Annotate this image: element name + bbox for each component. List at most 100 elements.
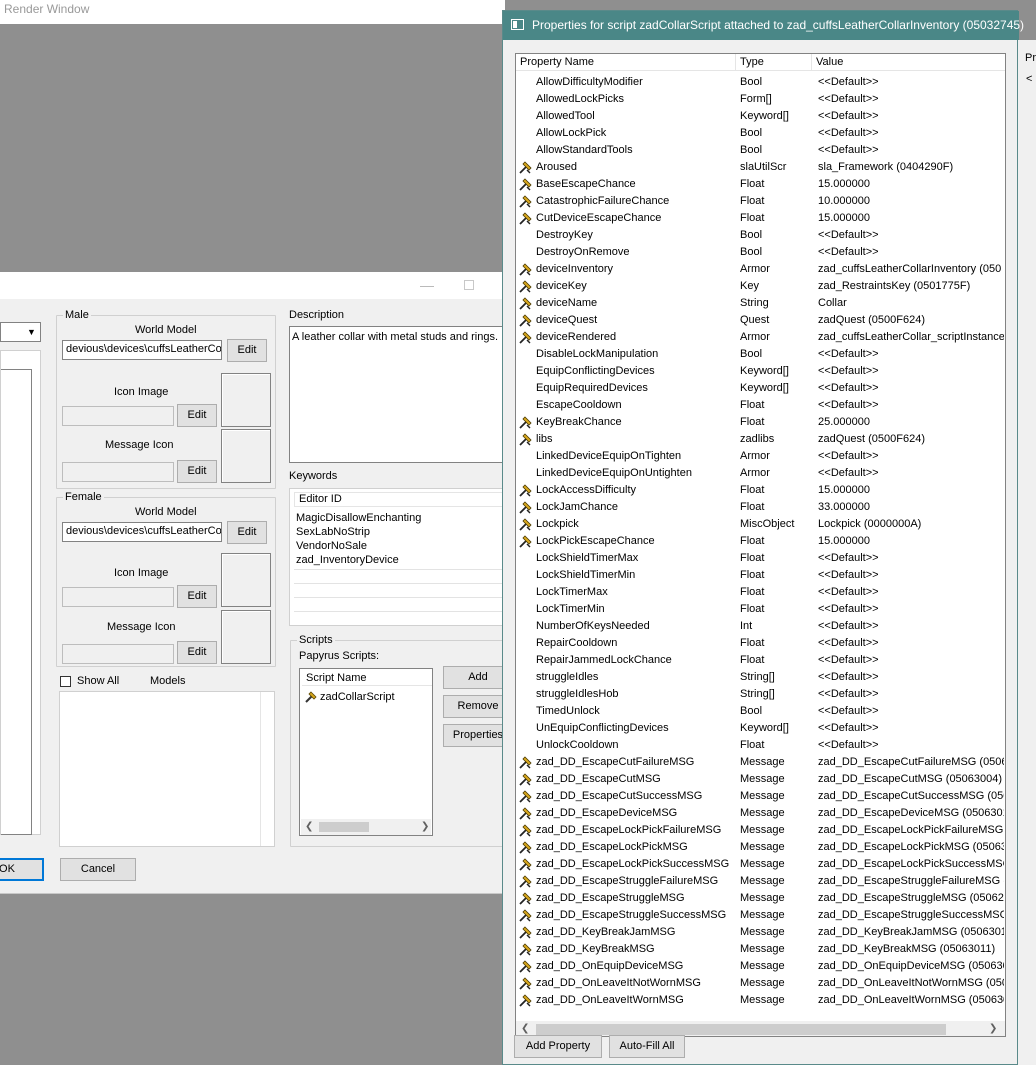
property-row[interactable]: zad_DD_KeyBreakJamMSG Message zad_DD_KeyBr…: [516, 924, 1005, 941]
chevron-right-icon[interactable]: ❯: [989, 1023, 997, 1034]
add-property-button[interactable]: Add Property: [514, 1035, 602, 1058]
property-row[interactable]: deviceQuest Quest zadQuest (0500F624): [516, 312, 1005, 329]
column-value[interactable]: Value: [812, 54, 1005, 71]
property-row[interactable]: DestroyOnRemove Bool <<Default>>: [516, 244, 1005, 261]
property-row[interactable]: deviceInventory Armor zad_cuffsLeatherColl…: [516, 261, 1005, 278]
property-row[interactable]: deviceRendered Armor zad_cuffsLeatherColla…: [516, 329, 1005, 346]
property-row[interactable]: libs zadlibs zadQuest (0500F624): [516, 431, 1005, 448]
property-row[interactable]: zad_DD_OnLeaveItWornMSG Message zad_DD_OnL…: [516, 992, 1005, 1009]
keywords-list[interactable]: Editor ID MagicDisallowEnchanting SexLab…: [289, 488, 505, 626]
property-row[interactable]: zad_DD_OnEquipDeviceMSG Message zad_DD_OnE…: [516, 958, 1005, 975]
property-row[interactable]: zad_DD_EscapeCutMSG Message zad_DD_EscapeC…: [516, 771, 1005, 788]
chevron-left-icon[interactable]: ❮: [521, 1023, 529, 1034]
chevron-left-icon[interactable]: ❮: [305, 821, 313, 832]
female-message-icon-edit-button[interactable]: Edit: [177, 641, 217, 664]
property-row[interactable]: LockShieldTimerMax Float <<Default>>: [516, 550, 1005, 567]
property-row[interactable]: CatastrophicFailureChance Float 10.000000: [516, 193, 1005, 210]
property-row[interactable]: LinkedDeviceEquipOnUntighten Armor <<Defau…: [516, 465, 1005, 482]
property-row[interactable]: LockPickEscapeChance Float 15.000000: [516, 533, 1005, 550]
property-row[interactable]: zad_DD_EscapeStruggleFailureMSG Message za…: [516, 873, 1005, 890]
property-list[interactable]: Property Name Type Value AllowDifficulty…: [515, 53, 1006, 1037]
property-row[interactable]: zad_DD_KeyBreakMSG Message zad_DD_KeyBreak…: [516, 941, 1005, 958]
property-row[interactable]: AllowDifficultyModifier Bool <<Default>>: [516, 74, 1005, 91]
property-row[interactable]: LockTimerMin Float <<Default>>: [516, 601, 1005, 618]
male-icon-image-edit-button[interactable]: Edit: [177, 404, 217, 427]
maximize-icon[interactable]: [464, 280, 474, 290]
property-row[interactable]: EquipConflictingDevices Keyword[] <<Defaul…: [516, 363, 1005, 380]
auto-fill-all-button[interactable]: Auto-Fill All: [609, 1035, 685, 1058]
property-row[interactable]: AllowedTool Keyword[] <<Default>>: [516, 108, 1005, 125]
keyword-item[interactable]: MagicDisallowEnchanting: [296, 511, 421, 525]
cancel-button[interactable]: Cancel: [60, 858, 136, 881]
property-row[interactable]: zad_DD_EscapeStruggleSuccessMSG Message za…: [516, 907, 1005, 924]
show-all-checkbox[interactable]: [60, 676, 71, 687]
property-row[interactable]: zad_DD_EscapeDeviceMSG Message zad_DD_Esca…: [516, 805, 1005, 822]
keyword-item[interactable]: zad_InventoryDevice: [296, 553, 399, 567]
male-world-model-field[interactable]: devious\devices\cuffsLeatherCo: [62, 340, 222, 360]
property-row[interactable]: DestroyKey Bool <<Default>>: [516, 227, 1005, 244]
property-row[interactable]: UnlockCooldown Float <<Default>>: [516, 737, 1005, 754]
property-row[interactable]: LockJamChance Float 33.000000: [516, 499, 1005, 516]
left-list[interactable]: [1, 369, 32, 835]
property-row[interactable]: struggleIdles String[] <<Default>>: [516, 669, 1005, 686]
models-label: Models: [150, 675, 186, 687]
script-name-column-header[interactable]: Script Name: [302, 670, 432, 686]
property-row[interactable]: zad_DD_EscapeCutFailureMSG Message zad_DD_…: [516, 754, 1005, 771]
female-icon-image-field: [62, 587, 174, 607]
female-icon-image-edit-button[interactable]: Edit: [177, 585, 217, 608]
script-item[interactable]: zadCollarScript: [320, 690, 395, 704]
property-row[interactable]: TimedUnlock Bool <<Default>>: [516, 703, 1005, 720]
female-world-model-field[interactable]: devious\devices\cuffsLeatherCo: [62, 522, 222, 542]
property-row[interactable]: struggleIdlesHob String[] <<Default>>: [516, 686, 1005, 703]
column-type[interactable]: Type: [736, 54, 812, 71]
ok-button[interactable]: OK: [0, 858, 44, 881]
property-type: Message: [740, 892, 785, 904]
property-row[interactable]: zad_DD_EscapeLockPickFailureMSG Message za…: [516, 822, 1005, 839]
column-property-name[interactable]: Property Name: [516, 54, 736, 71]
property-row[interactable]: zad_DD_EscapeStruggleMSG Message zad_DD_Es…: [516, 890, 1005, 907]
description-textarea[interactable]: A leather collar with metal studs and ri…: [289, 326, 505, 463]
keyword-item[interactable]: SexLabNoStrip: [296, 525, 370, 539]
scripts-hscrollbar[interactable]: ❮ ❯: [301, 819, 431, 835]
property-row[interactable]: RepairJammedLockChance Float <<Default>>: [516, 652, 1005, 669]
property-row[interactable]: EscapeCooldown Float <<Default>>: [516, 397, 1005, 414]
property-row[interactable]: zad_DD_EscapeCutSuccessMSG Message zad_DD_…: [516, 788, 1005, 805]
property-type: Armor: [740, 450, 770, 462]
property-row[interactable]: zad_DD_EscapeLockPickSuccessMSG Message za…: [516, 856, 1005, 873]
property-list-vscrollbar[interactable]: ⌃ ⌄: [1005, 54, 1006, 1023]
property-row[interactable]: RepairCooldown Float <<Default>>: [516, 635, 1005, 652]
property-row[interactable]: EquipRequiredDevices Keyword[] <<Default>>: [516, 380, 1005, 397]
property-row[interactable]: CutDeviceEscapeChance Float 15.000000: [516, 210, 1005, 227]
property-row[interactable]: LockShieldTimerMin Float <<Default>>: [516, 567, 1005, 584]
property-row[interactable]: LinkedDeviceEquipOnTighten Armor <<Default…: [516, 448, 1005, 465]
property-row[interactable]: NumberOfKeysNeeded Int <<Default>>: [516, 618, 1005, 635]
property-row[interactable]: AllowedLockPicks Form[] <<Default>>: [516, 91, 1005, 108]
minimize-icon[interactable]: —: [420, 277, 434, 293]
keyword-item[interactable]: VendorNoSale: [296, 539, 367, 553]
property-row[interactable]: zad_DD_OnLeaveItNotWornMSG Message zad_DD_…: [516, 975, 1005, 992]
property-row[interactable]: Aroused slaUtilScr sla_Framework (0404290F…: [516, 159, 1005, 176]
property-row[interactable]: AllowStandardTools Bool <<Default>>: [516, 142, 1005, 159]
male-world-model-edit-button[interactable]: Edit: [227, 339, 267, 362]
property-row[interactable]: Lockpick MiscObject Lockpick (0000000A): [516, 516, 1005, 533]
property-row[interactable]: LockAccessDifficulty Float 15.000000: [516, 482, 1005, 499]
property-row[interactable]: LockTimerMax Float <<Default>>: [516, 584, 1005, 601]
chevron-right-icon[interactable]: ❯: [421, 821, 429, 832]
models-list[interactable]: [59, 691, 275, 847]
property-row[interactable]: deviceName String Collar: [516, 295, 1005, 312]
left-dropdown[interactable]: ▼: [0, 322, 41, 342]
property-row[interactable]: BaseEscapeChance Float 15.000000: [516, 176, 1005, 193]
female-world-model-edit-button[interactable]: Edit: [227, 521, 267, 544]
property-type: Keyword[]: [740, 722, 789, 734]
property-row[interactable]: DisableLockManipulation Bool <<Default>>: [516, 346, 1005, 363]
property-row[interactable]: deviceKey Key zad_RestraintsKey (0501775F): [516, 278, 1005, 295]
male-message-icon-edit-button[interactable]: Edit: [177, 460, 217, 483]
hscroll-thumb[interactable]: [536, 1024, 946, 1035]
property-row[interactable]: zad_DD_EscapeLockPickMSG Message zad_DD_Es…: [516, 839, 1005, 856]
scripts-list[interactable]: Script Name zadCollarScript ❮ ❯: [299, 668, 433, 836]
property-row[interactable]: UnEquipConflictingDevices Keyword[] <<Defa…: [516, 720, 1005, 737]
property-row[interactable]: AllowLockPick Bool <<Default>>: [516, 125, 1005, 142]
property-row[interactable]: KeyBreakChance Float 25.000000: [516, 414, 1005, 431]
scroll-thumb[interactable]: [319, 822, 369, 832]
keywords-column-header[interactable]: Editor ID: [294, 492, 504, 507]
